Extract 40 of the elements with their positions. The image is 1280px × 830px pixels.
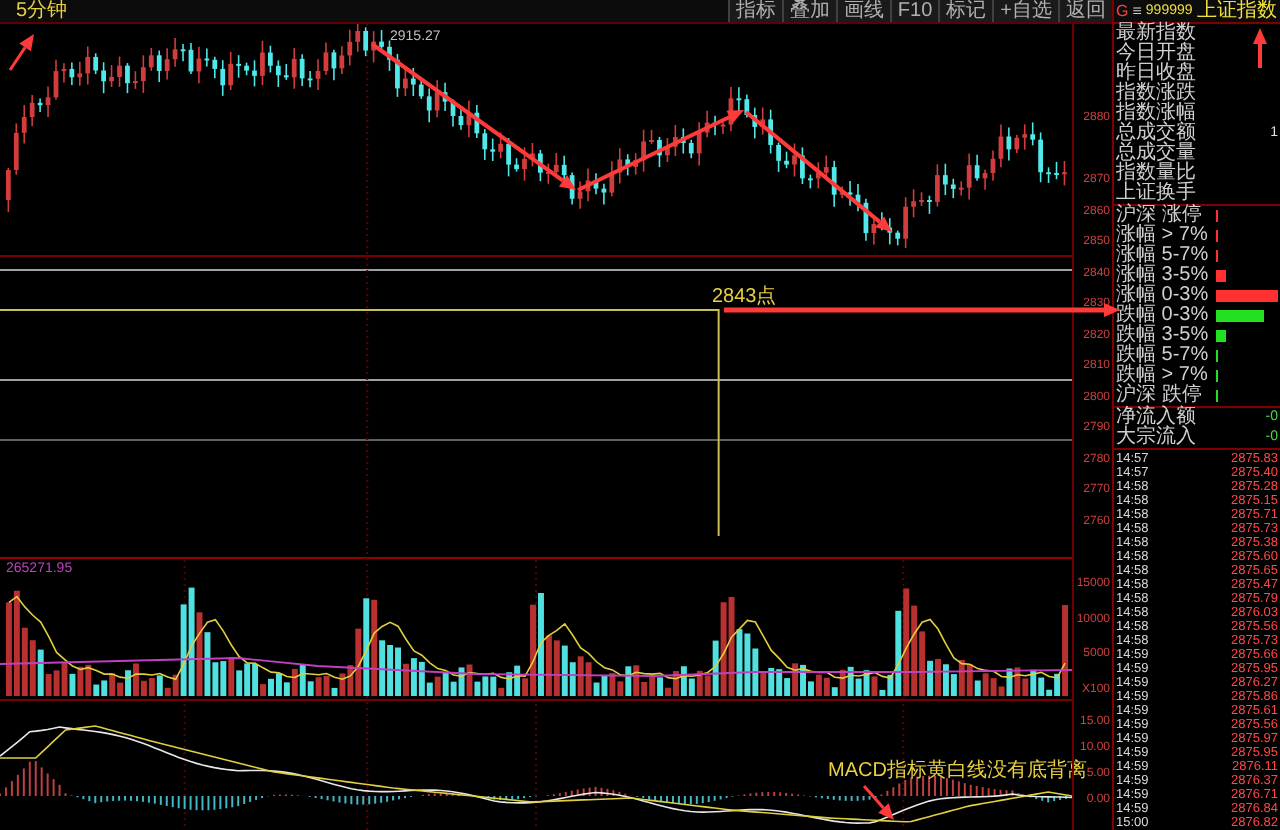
stat-label: 总成交额 [1116, 124, 1196, 144]
stock-name: 上证指数 [1196, 0, 1277, 22]
breadth-label: 跌幅 5-7% [1116, 346, 1211, 366]
breadth-bar [1216, 290, 1278, 302]
breadth-label: 跌幅 > 7% [1116, 366, 1210, 386]
breadth-label: 沪深 跌停 [1116, 386, 1204, 406]
stat-label: 昨日收盘 [1116, 64, 1196, 84]
stat-label: 指数涨幅 [1116, 104, 1196, 124]
toolbar-button[interactable]: 返回 [1058, 0, 1112, 22]
annotation-arrow [862, 785, 894, 820]
stat-label: 指数涨跌 [1116, 84, 1196, 104]
price-label: 2843点 [712, 286, 777, 308]
breadth-label: 跌幅 0-3% [1116, 306, 1211, 326]
breadth-label: 涨幅 3-5% [1116, 266, 1211, 286]
breadth-bar [1216, 270, 1226, 282]
stat-label: 上证换手 [1116, 184, 1196, 204]
breadth-label: 沪深 涨停 [1116, 206, 1204, 226]
toolbar-button[interactable]: 标记 [938, 0, 993, 22]
toolbar-button[interactable]: F10 [889, 0, 939, 22]
stat-label: 总成交量 [1116, 144, 1196, 164]
breadth-bar [1216, 310, 1264, 322]
flow-label: 大宗流入 [1116, 428, 1196, 448]
market-label: G [1116, 2, 1129, 20]
stat-label: 最新指数 [1116, 24, 1196, 44]
breadth-bar [1216, 330, 1226, 342]
annotation-arrow [8, 34, 34, 71]
annotation-arrow [1253, 28, 1267, 68]
toolbar-button[interactable]: +自选 [992, 0, 1058, 22]
breadth-label: 涨幅 5-7% [1116, 246, 1211, 266]
menu-icon[interactable]: ≡ [1132, 2, 1142, 20]
toolbar-button[interactable]: 叠加 [781, 0, 836, 22]
breadth-label: 涨幅 > 7% [1116, 226, 1210, 246]
toolbar-button[interactable]: 画线 [835, 0, 890, 22]
stat-label: 指数量比 [1116, 164, 1196, 184]
breadth-label: 涨幅 0-3% [1116, 286, 1211, 306]
stat-label: 今日开盘 [1116, 44, 1196, 64]
toolbar-button[interactable]: 指标 [727, 0, 782, 22]
flow-label: 净流入额 [1116, 408, 1196, 428]
period-label: 5分钟 [14, 0, 68, 22]
breadth-label: 跌幅 3-5% [1116, 326, 1211, 346]
